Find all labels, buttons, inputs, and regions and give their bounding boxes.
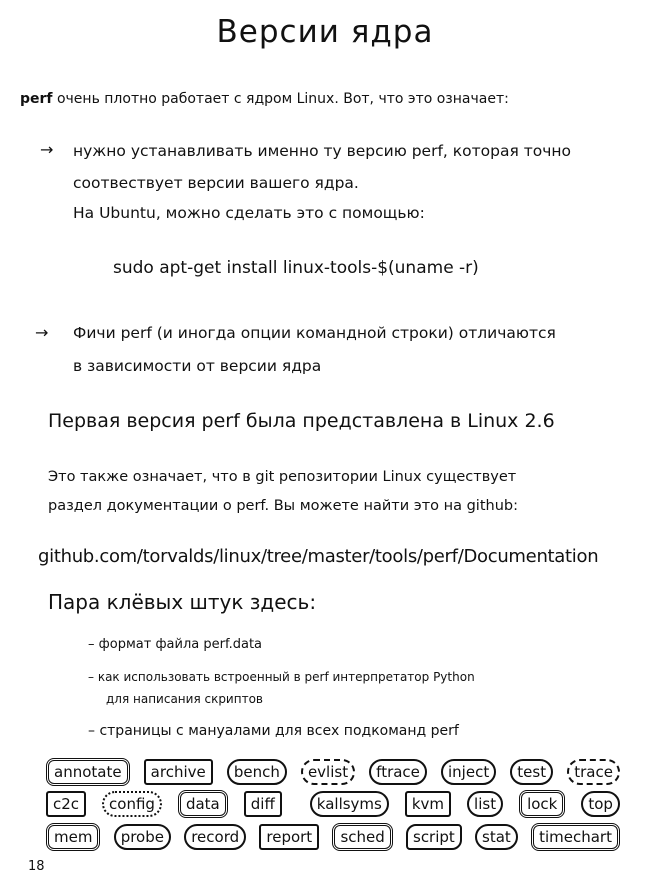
tag-probe: probe (113, 824, 171, 850)
paragraph-line-1: Это также означает, что в git репозитори… (48, 469, 517, 485)
tag-timechart: timechart (531, 823, 620, 851)
list-item: – страницы с мануалами для всех подкоман… (88, 723, 459, 739)
tag-row-2: c2c config data diff kallsyms kvm list l… (46, 790, 620, 818)
install-command: sudo apt-get install linux-tools-$(uname… (113, 258, 479, 278)
tag-kvm: kvm (404, 791, 452, 817)
documentation-link[interactable]: github.com/torvalds/linux/tree/master/to… (38, 546, 599, 567)
page-number: 18 (28, 859, 45, 874)
bullet-1-line-3: На Ubuntu, можно сделать это с помощью: (73, 204, 425, 222)
tag-diff: diff (243, 791, 282, 817)
bullet-2-line-1: Фичи perf (и иногда опции командной стро… (73, 324, 556, 342)
heading-first-version: Первая версия perf была представлена в L… (48, 410, 555, 432)
arrow-icon: → (35, 323, 49, 342)
tag-inject: inject (441, 759, 497, 785)
tag-kallsyms: kallsyms (309, 791, 389, 817)
dash-icon: – (88, 723, 95, 739)
tag-sched: sched (332, 823, 393, 851)
tag-top: top (581, 791, 620, 817)
tag-row-3: mem probe record report sched script sta… (46, 823, 620, 851)
bullet-1-line-1: нужно устанавливать именно ту версию per… (73, 142, 571, 160)
intro-rest: очень плотно работает с ядром Linux. Вот… (52, 91, 509, 107)
tag-lock: lock (519, 790, 566, 818)
paragraph-line-2: раздел документации о perf. Вы можете на… (48, 498, 518, 514)
list-item-text: страницы с мануалами для всех подкоманд … (99, 723, 459, 739)
tag-stat: stat (475, 824, 518, 850)
tag-list: list (467, 791, 504, 817)
tag-bench: bench (226, 759, 287, 785)
bullet-1-line-2: соотвествует версии вашего ядра. (73, 174, 359, 192)
list-item-text: формат файла perf.data (98, 637, 263, 652)
tag-annotate: annotate (46, 758, 130, 786)
list-item: – как использовать встроенный в perf инт… (88, 670, 475, 684)
arrow-icon: → (40, 140, 54, 159)
bullet-2-line-2: в зависимости от версии ядра (73, 357, 322, 375)
tag-script: script (406, 824, 462, 850)
tag-row-1: annotate archive bench evlist ftrace inj… (46, 758, 620, 786)
tag-mem: mem (46, 823, 101, 851)
page-title: Версии ядра (216, 14, 434, 50)
tag-trace: trace (567, 759, 620, 785)
dash-icon: – (88, 670, 94, 684)
tag-report: report (259, 824, 320, 850)
list-item-text: как использовать встроенный в perf интер… (97, 670, 475, 684)
tag-record: record (184, 824, 247, 850)
heading-cool-things: Пара клёвых штук здесь: (48, 590, 317, 614)
tag-config: config (102, 791, 162, 817)
dash-icon: – (88, 637, 95, 652)
list-item: – формат файла perf.data (88, 637, 262, 652)
intro-text: perf очень плотно работает с ядром Linux… (20, 91, 509, 107)
tag-archive: archive (143, 759, 213, 785)
tag-test: test (510, 759, 554, 785)
tag-c2c: c2c (46, 791, 87, 817)
tag-data: data (177, 790, 228, 818)
perf-bold: perf (20, 91, 53, 107)
list-item-continuation: для написания скриптов (106, 692, 263, 706)
tag-ftrace: ftrace (369, 759, 427, 785)
tag-evlist: evlist (300, 759, 356, 785)
